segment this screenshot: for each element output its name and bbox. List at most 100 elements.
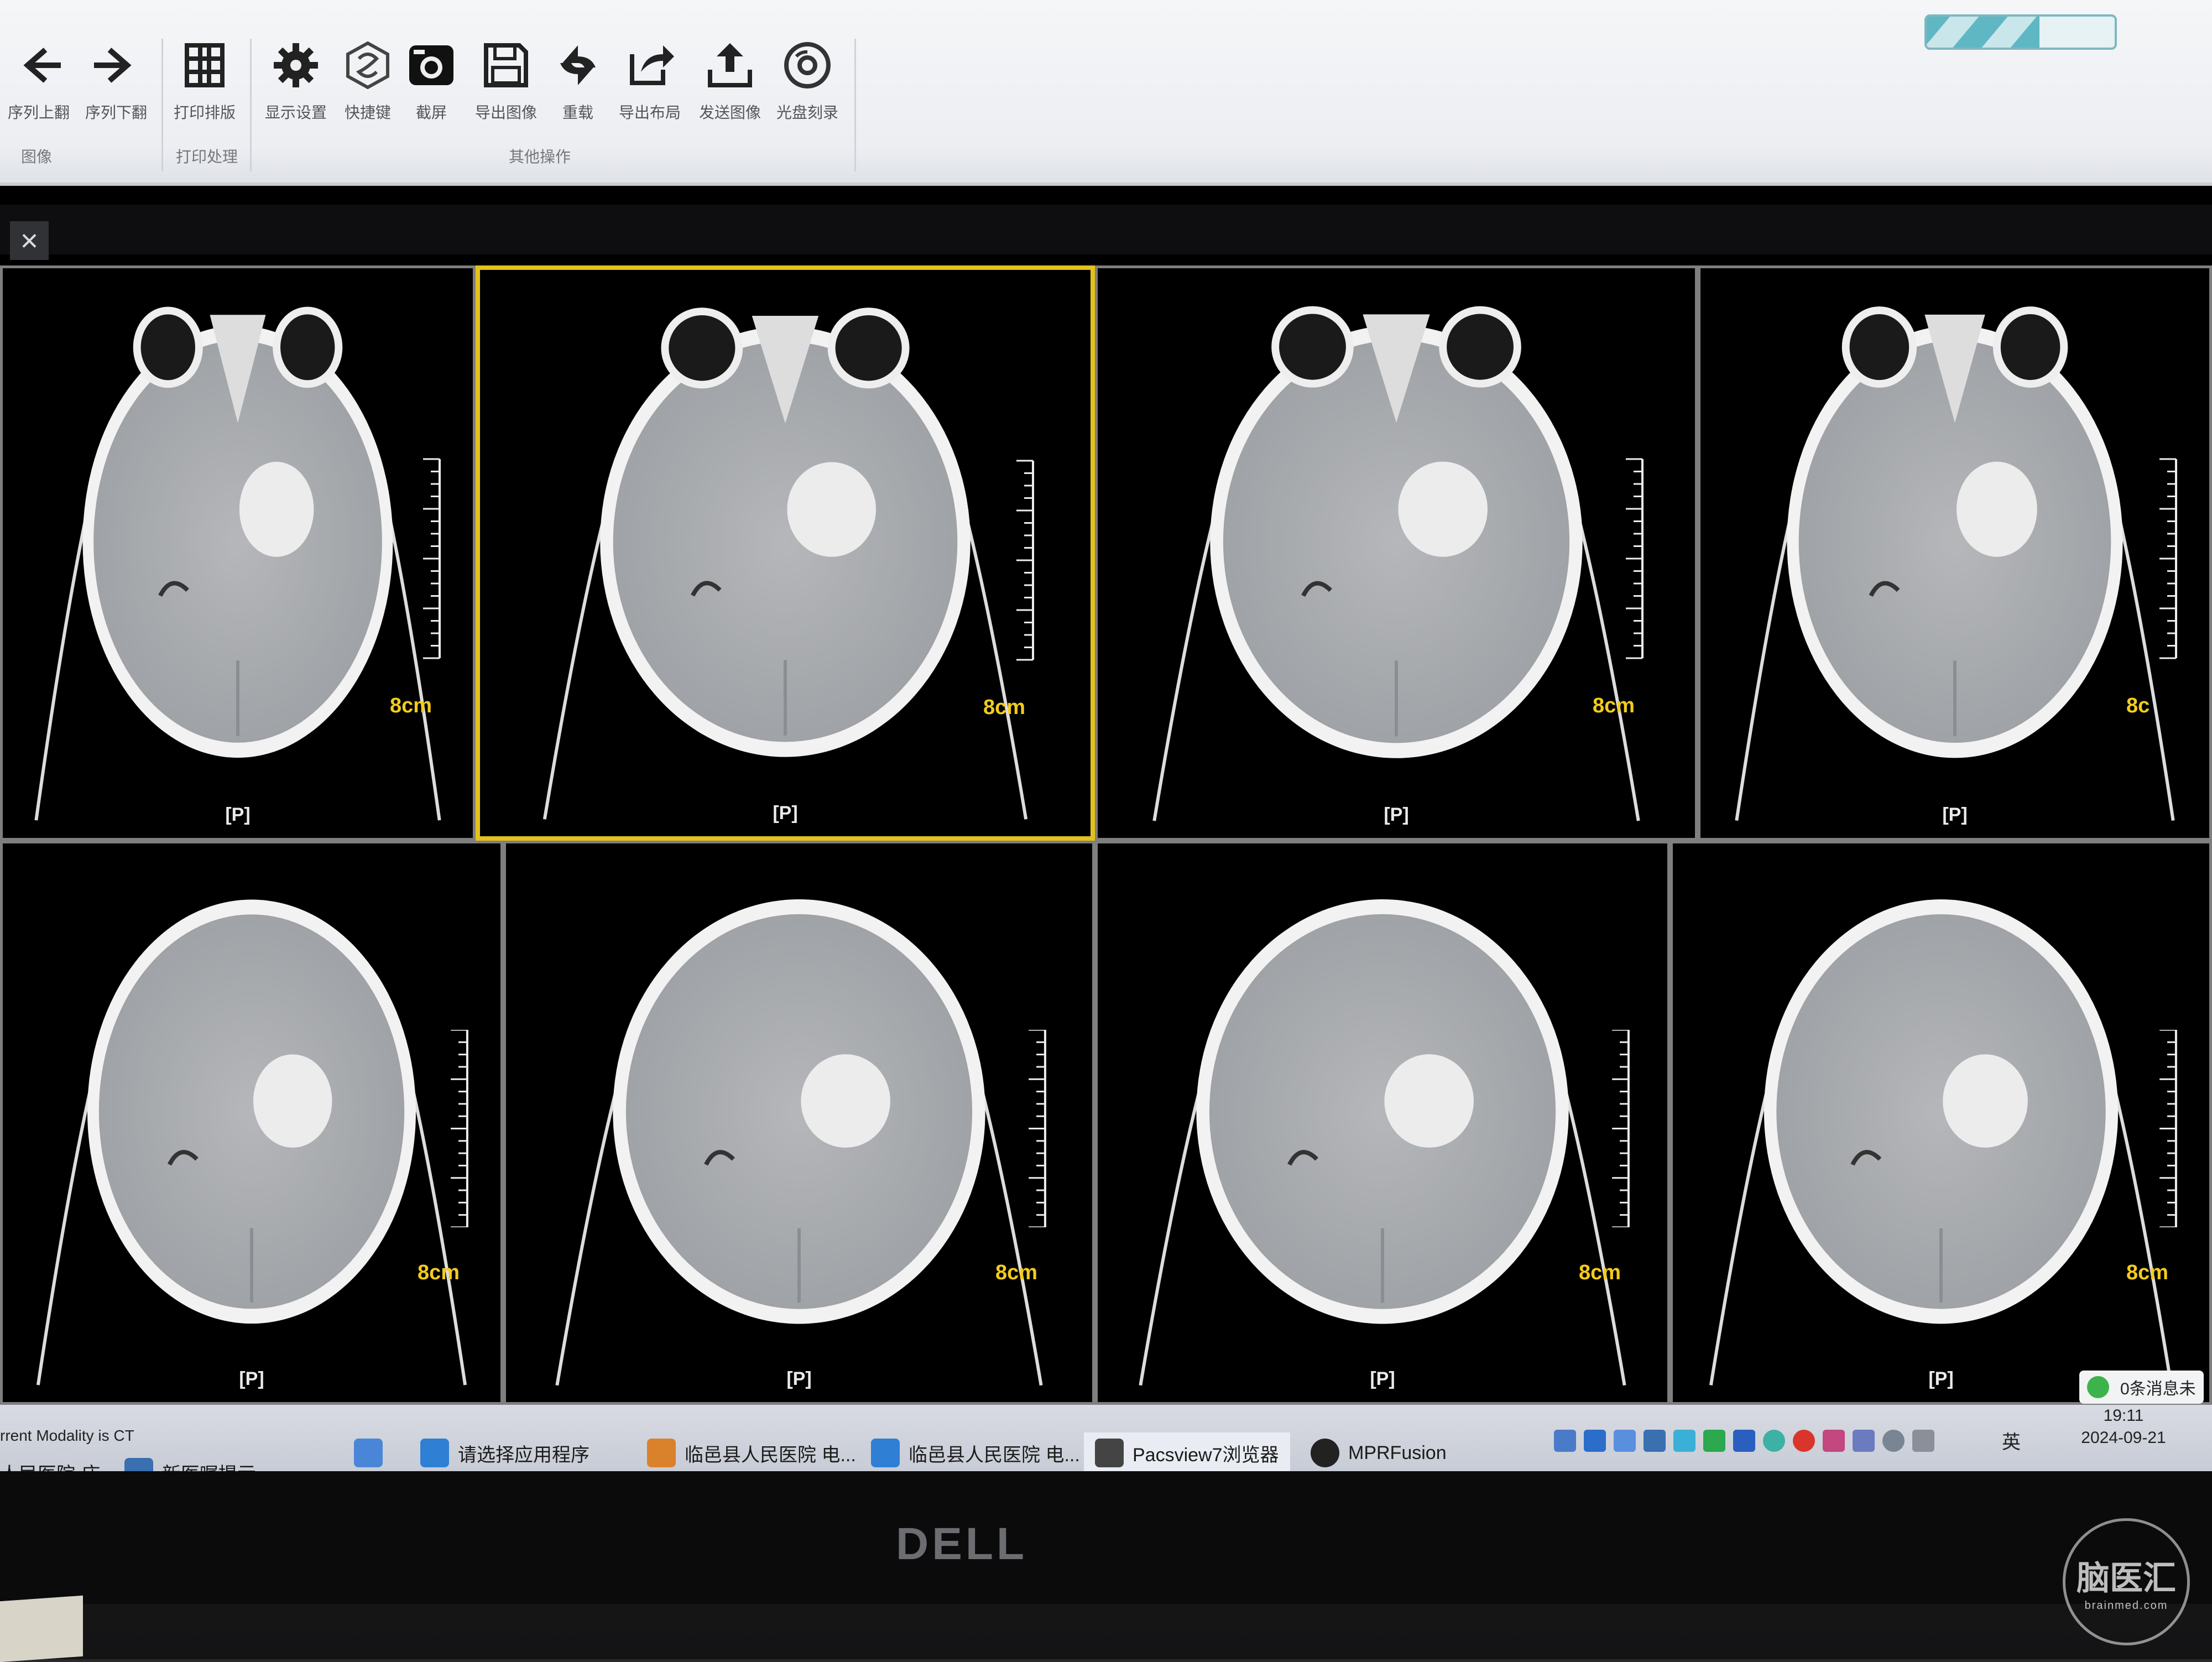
taskbar-clock[interactable]: 19:11 2024-09-21 <box>2079 1405 2168 1449</box>
hospital-app-icon <box>871 1439 900 1467</box>
ct-image-cell[interactable]: 8cm [P] <box>503 841 1095 1405</box>
scale-label: 8cm <box>2126 1260 2169 1284</box>
ct-brain-slice <box>542 308 1028 820</box>
ct-image-cell[interactable]: 8cm [P] <box>1670 841 2212 1405</box>
separator <box>854 39 856 171</box>
orientation-label: [P] <box>1384 804 1409 825</box>
paper-note <box>0 1595 83 1662</box>
scale-label: 8c <box>2126 694 2150 717</box>
export-layout-button[interactable]: 导出布局 <box>611 39 688 133</box>
ct-brain-slice <box>1735 306 2175 821</box>
status-dot-icon <box>2087 1376 2109 1398</box>
ct-image-cell[interactable]: 8c [P] <box>1698 265 2212 841</box>
save-icon <box>484 43 528 87</box>
reload-icon <box>560 45 596 85</box>
measurement-ruler <box>451 1029 468 1227</box>
taskbar-item-pinned[interactable] <box>354 1432 392 1471</box>
reload-button[interactable]: 重载 <box>539 39 617 133</box>
group-label-other: 其他操作 <box>509 148 571 165</box>
measurement-ruler <box>1029 1029 1046 1227</box>
screenshot-icon <box>409 45 453 85</box>
ct-image-cell[interactable]: 8cm [P] <box>476 265 1095 841</box>
ct-brain-slice <box>555 899 1043 1386</box>
app-tray-icon[interactable] <box>1614 1430 1636 1452</box>
taskbar-item-select-app[interactable]: 请选择应用程序 <box>420 1432 589 1471</box>
separator <box>161 39 163 171</box>
app-tray-icon[interactable] <box>1793 1430 1815 1452</box>
app-tray-icon[interactable] <box>1763 1430 1785 1452</box>
system-tray <box>1554 1430 1934 1452</box>
taskbar-item-pacsview[interactable]: Pacsview7浏览器 <box>1084 1432 1290 1471</box>
upload-icon <box>708 43 752 87</box>
ct-brain-slice <box>1139 899 1626 1386</box>
mprfusion-icon <box>1311 1439 1339 1467</box>
screen: 序列上翻 序列下翻 打印排版 显示设置 快捷键 截屏 导出图像 重载 导出布局 … <box>0 0 2212 1471</box>
gear-icon <box>274 43 318 87</box>
series-down-button[interactable]: 序列下翻 <box>77 39 155 133</box>
ct-image-cell[interactable]: 8cm [P] <box>1095 265 1698 841</box>
export-image-button[interactable]: 导出图像 <box>467 39 545 133</box>
screenshot-button[interactable]: 截屏 <box>393 39 470 133</box>
loading-progress-fill <box>1927 17 2039 48</box>
ct-brain-slice <box>34 306 441 821</box>
image-grid: 8cm [P] 8cm [P] 8cm [P] 8c [P] 8cm [P] 8… <box>0 265 2212 1405</box>
app-select-icon <box>420 1439 449 1467</box>
order-icon <box>124 1458 153 1471</box>
app-icon <box>354 1439 383 1467</box>
print-layout-icon <box>185 43 225 87</box>
scale-label: 8cm <box>1579 1260 1621 1284</box>
disc-icon <box>784 42 831 88</box>
volume-icon[interactable] <box>1912 1430 1934 1452</box>
taskbar-item-hospital-1[interactable]: 临邑县人民医院 电... <box>647 1432 856 1471</box>
app-tray-icon[interactable] <box>1853 1430 1875 1452</box>
scale-label: 8cm <box>1593 694 1635 717</box>
group-label-image: 图像 <box>21 148 53 165</box>
orientation-label: [P] <box>786 1368 812 1389</box>
orientation-label: [P] <box>773 803 798 824</box>
scale-label: 8cm <box>418 1260 460 1284</box>
app-tray-icon[interactable] <box>1823 1430 1845 1452</box>
display-settings-button[interactable]: 显示设置 <box>257 39 335 133</box>
app-tray-icon[interactable] <box>1644 1430 1666 1452</box>
taskbar-item-mprfusion[interactable]: MPRFusion <box>1311 1432 1447 1471</box>
scale-label: 8cm <box>390 694 432 717</box>
globe-icon[interactable] <box>1882 1430 1905 1452</box>
taskbar-item-hospital-2[interactable]: 临邑县人民医院 电... <box>871 1432 1080 1471</box>
ribbon-toolbar: 序列上翻 序列下翻 打印排版 显示设置 快捷键 截屏 导出图像 重载 导出布局 … <box>0 0 2212 186</box>
series-up-button[interactable]: 序列上翻 <box>0 39 77 133</box>
app-tray-icon[interactable] <box>1673 1430 1695 1452</box>
measurement-ruler <box>2159 458 2177 659</box>
taskbar-item-new-order[interactable]: 新医嘱提示 <box>124 1452 256 1471</box>
clock-time: 19:11 <box>2103 1406 2144 1425</box>
ct-image-cell[interactable]: 8cm [P] <box>0 265 476 841</box>
k-app-icon[interactable] <box>1703 1430 1725 1452</box>
ct-brain-slice <box>1152 306 1640 821</box>
send-image-button[interactable]: 发送图像 <box>691 39 769 133</box>
orientation-label: [P] <box>1942 804 1968 825</box>
ct-image-cell[interactable]: 8cm [P] <box>0 841 503 1405</box>
watermark-seal: 脑医汇 brainmed.com <box>2063 1518 2190 1645</box>
ct-brain-slice <box>36 899 467 1385</box>
app-tray-icon[interactable] <box>1584 1430 1606 1452</box>
shortcut-icon <box>346 41 389 90</box>
arrow-left-icon <box>23 48 61 83</box>
orientation-label: [P] <box>239 1368 264 1389</box>
ct-image-cell[interactable]: 8cm [P] <box>1095 841 1670 1405</box>
notification-badge[interactable]: 0条消息未 <box>2079 1371 2204 1404</box>
input-method-indicator[interactable]: 英 <box>2002 1427 2021 1454</box>
monitor-brand-logo: DELL <box>896 1519 1028 1569</box>
orientation-label: [P] <box>225 804 251 825</box>
disc-burn-button[interactable]: 光盘刻录 <box>769 39 846 133</box>
shield-icon[interactable] <box>1733 1430 1755 1452</box>
arrow-right-icon <box>94 48 132 83</box>
modality-status-text: rrent Modality is CT <box>0 1427 134 1444</box>
taskbar-item-ward[interactable]: 人民医院-床... <box>0 1452 116 1472</box>
print-layout-button[interactable]: 打印排版 <box>166 39 243 133</box>
loading-progress-bar <box>1924 14 2117 50</box>
viewer-tab-strip <box>0 205 2212 254</box>
scale-label: 8cm <box>983 695 1026 719</box>
network-icon[interactable] <box>1554 1430 1576 1452</box>
scale-label: 8cm <box>995 1260 1038 1284</box>
close-icon[interactable]: × <box>10 221 49 260</box>
measurement-ruler <box>1016 460 1034 661</box>
